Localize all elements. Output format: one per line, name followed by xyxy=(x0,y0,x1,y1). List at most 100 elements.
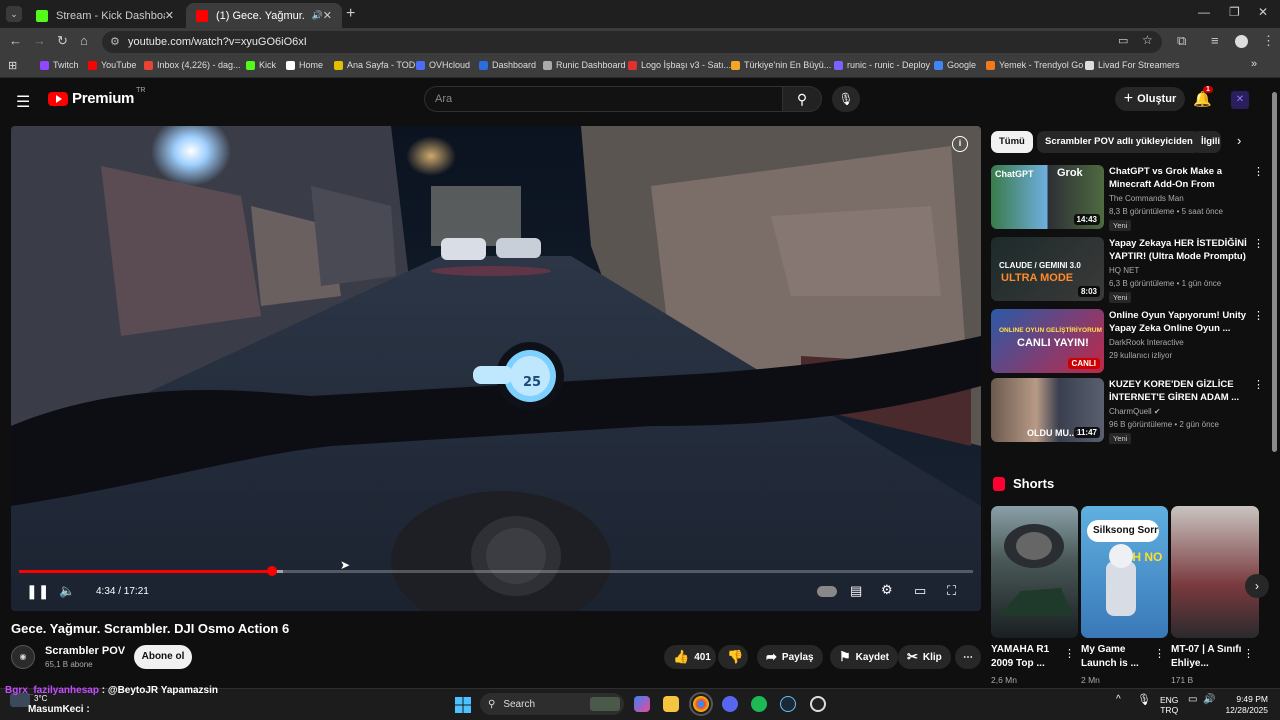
windows-start-icon[interactable] xyxy=(455,697,471,713)
scrollbar-thumb[interactable] xyxy=(1272,92,1277,452)
channel-name[interactable]: HQ NET xyxy=(1109,266,1139,275)
channel-name-row[interactable]: CharmQuell ✔ xyxy=(1109,407,1161,416)
short-thumbnail[interactable]: Silksong Sorry... OH NO xyxy=(1081,506,1168,638)
discord-icon[interactable] xyxy=(722,696,738,712)
chips-next-icon[interactable]: › xyxy=(1237,133,1241,148)
search-button[interactable]: ⚲ xyxy=(782,86,822,112)
steam-icon[interactable] xyxy=(780,696,796,712)
volume-tray-icon[interactable]: 🔊 xyxy=(1203,695,1215,705)
window-close-icon[interactable]: ✕ xyxy=(1258,5,1268,19)
bookmark-runic-dashboard[interactable]: Runic Dashboard xyxy=(543,60,626,70)
system-clock[interactable]: 9:49 PM 12/28/2025 xyxy=(1224,694,1268,716)
create-button[interactable]: + Oluştur xyxy=(1115,87,1185,111)
short-more-icon[interactable]: ⋮ xyxy=(1064,647,1075,660)
hamburger-menu-icon[interactable]: ☰ xyxy=(16,92,30,112)
microphone-tray-icon[interactable]: 🎙 xyxy=(1137,695,1151,706)
tray-overflow-icon[interactable]: ^ xyxy=(1116,695,1121,705)
copilot-icon[interactable] xyxy=(634,696,650,712)
more-actions-button[interactable]: ⋯ xyxy=(955,645,981,669)
short-more-icon[interactable]: ⋮ xyxy=(1154,647,1165,660)
url-bar[interactable]: ⚙ youtube.com/watch?v=xyuGO6iO6xI ▭ ☆ xyxy=(102,31,1162,53)
clip-button[interactable]: ✂ Klip xyxy=(898,645,951,669)
like-button[interactable]: 👍 401 xyxy=(664,645,716,669)
browser-tab-kick[interactable]: Stream - Kick Dashboard ✕ xyxy=(26,3,184,28)
minimize-icon[interactable]: — xyxy=(1198,5,1210,19)
more-options-icon[interactable]: ⋮ xyxy=(1253,237,1264,250)
autoplay-toggle[interactable] xyxy=(817,586,837,597)
shorts-next-icon[interactable]: › xyxy=(1245,574,1269,598)
spotify-icon[interactable] xyxy=(751,696,767,712)
back-icon[interactable]: ← xyxy=(9,33,22,48)
channel-name[interactable]: DarkRook Interactive xyxy=(1109,338,1184,347)
progress-bar[interactable] xyxy=(19,566,973,576)
home-icon[interactable]: ⌂ xyxy=(80,33,88,48)
dislike-button[interactable]: 👎 xyxy=(718,645,748,669)
browser-menu-icon[interactable]: ⋮ xyxy=(1262,33,1275,49)
info-icon[interactable]: i xyxy=(952,136,968,152)
voice-search-button[interactable]: 🎙 xyxy=(832,86,860,112)
notifications-button[interactable]: 🔔 1 xyxy=(1193,86,1213,108)
subtitles-icon[interactable]: ▤ xyxy=(850,583,862,599)
bookmark-runic-deploy[interactable]: runic - runic - Deploy xyxy=(834,60,930,70)
pause-icon[interactable]: ❚❚ xyxy=(26,583,49,600)
bookmark-trendyol[interactable]: Yemek - Trendyol Go xyxy=(986,60,1083,70)
share-button[interactable]: ➦ Paylaş xyxy=(757,645,823,669)
more-bookmarks-icon[interactable]: » xyxy=(1251,58,1257,70)
recommended-video[interactable]: OLDU MU..? 11:47 KUZEY KORE'DEN GİZLİCE … xyxy=(991,378,1264,444)
channel-name[interactable]: Scrambler POV xyxy=(45,645,125,657)
subscribe-button[interactable]: Abone ol xyxy=(134,645,192,669)
browser-tab-youtube[interactable]: (1) Gece. Yağmur. Scramble 🔊 ✕ xyxy=(186,3,342,28)
channel-avatar[interactable]: ◉ xyxy=(11,645,35,669)
page-scrollbar[interactable] xyxy=(1271,82,1278,688)
apps-grid-icon[interactable]: ⊞ xyxy=(8,59,17,72)
video-thumbnail[interactable]: ChatGPT Grok 14:43 xyxy=(991,165,1104,229)
recommended-video[interactable]: ChatGPT Grok 14:43 ChatGPT vs Grok Make … xyxy=(991,165,1264,231)
short-thumbnail[interactable] xyxy=(991,506,1078,638)
short-title[interactable]: My Game Launch is ... xyxy=(1081,643,1153,671)
restore-icon[interactable]: ❐ xyxy=(1229,5,1240,19)
short-title[interactable]: MT-07 | A Sınıfı Ehliye... xyxy=(1171,643,1243,671)
channel-name[interactable]: The Commands Man xyxy=(1109,194,1184,203)
theater-mode-icon[interactable]: ▭ xyxy=(914,583,926,599)
close-tab-icon[interactable]: ✕ xyxy=(323,9,332,22)
bookmark-turkiye[interactable]: Türkiye'nin En Büyü... xyxy=(731,60,831,70)
short-thumbnail[interactable] xyxy=(1171,506,1259,638)
cast-icon[interactable]: ▭ xyxy=(1118,34,1128,47)
site-info-icon[interactable]: ⚙ xyxy=(110,35,120,48)
bookmark-twitch[interactable]: Twitch xyxy=(40,60,79,70)
search-input[interactable]: Ara xyxy=(424,86,782,112)
more-options-icon[interactable]: ⋮ xyxy=(1253,378,1264,391)
bookmark-tod[interactable]: Ana Sayfa - TOD xyxy=(334,60,415,70)
bookmark-livad[interactable]: Livad For Streamers xyxy=(1085,60,1180,70)
fullscreen-icon[interactable]: ⛶ xyxy=(947,583,956,599)
recommended-video[interactable]: ONLINE OYUN GELİŞTİRİYORUM CANLI YAYIN! … xyxy=(991,309,1264,373)
forward-icon[interactable]: → xyxy=(33,33,46,48)
chrome-icon[interactable] xyxy=(689,692,713,716)
audio-playing-icon[interactable]: 🔊 xyxy=(312,10,323,21)
file-explorer-icon[interactable] xyxy=(663,696,679,712)
video-player[interactable]: 25 i ❚❚ 🔈 4:34 / 17:21 ▤ ⚙ ▭ ⛶ ➤ xyxy=(11,126,981,611)
volume-icon[interactable]: 🔈 xyxy=(59,583,75,599)
chip-related[interactable]: İlgili xyxy=(1193,131,1221,153)
bookmark-google[interactable]: Google xyxy=(934,60,976,70)
recommended-video[interactable]: CLAUDE / GEMINI 3.0 ULTRA MODE 8:03 Yapa… xyxy=(991,237,1264,303)
bookmark-star-icon[interactable]: ☆ xyxy=(1142,33,1153,47)
settings-gear-icon[interactable]: ⚙ xyxy=(881,582,893,598)
taskbar-search[interactable]: ⚲ Search xyxy=(480,693,624,715)
chip-from-uploader[interactable]: Scrambler POV adlı yükleyiciden xyxy=(1037,131,1201,153)
extensions-icon[interactable]: ⧉ xyxy=(1177,33,1186,49)
tab-search-icon[interactable]: ⌄ xyxy=(6,6,22,22)
media-controls-icon[interactable]: ≡ xyxy=(1211,33,1219,48)
scrubber-handle[interactable] xyxy=(266,566,277,576)
obs-icon[interactable] xyxy=(810,696,826,712)
short-title[interactable]: YAMAHA R1 2009 Top ... xyxy=(991,643,1063,671)
bookmark-gmail[interactable]: Inbox (4,226) - dag... xyxy=(144,60,241,70)
profile-avatar[interactable] xyxy=(1235,35,1248,48)
bookmark-ovhcloud[interactable]: OVHcloud xyxy=(416,60,470,70)
video-thumbnail[interactable]: ONLINE OYUN GELİŞTİRİYORUM CANLI YAYIN! … xyxy=(991,309,1104,373)
chip-all[interactable]: Tümü xyxy=(991,131,1033,153)
account-avatar[interactable]: ✕ xyxy=(1231,91,1249,109)
short-more-icon[interactable]: ⋮ xyxy=(1243,647,1254,660)
bookmark-dashboard[interactable]: Dashboard xyxy=(479,60,536,70)
bookmark-youtube[interactable]: YouTube xyxy=(88,60,136,70)
